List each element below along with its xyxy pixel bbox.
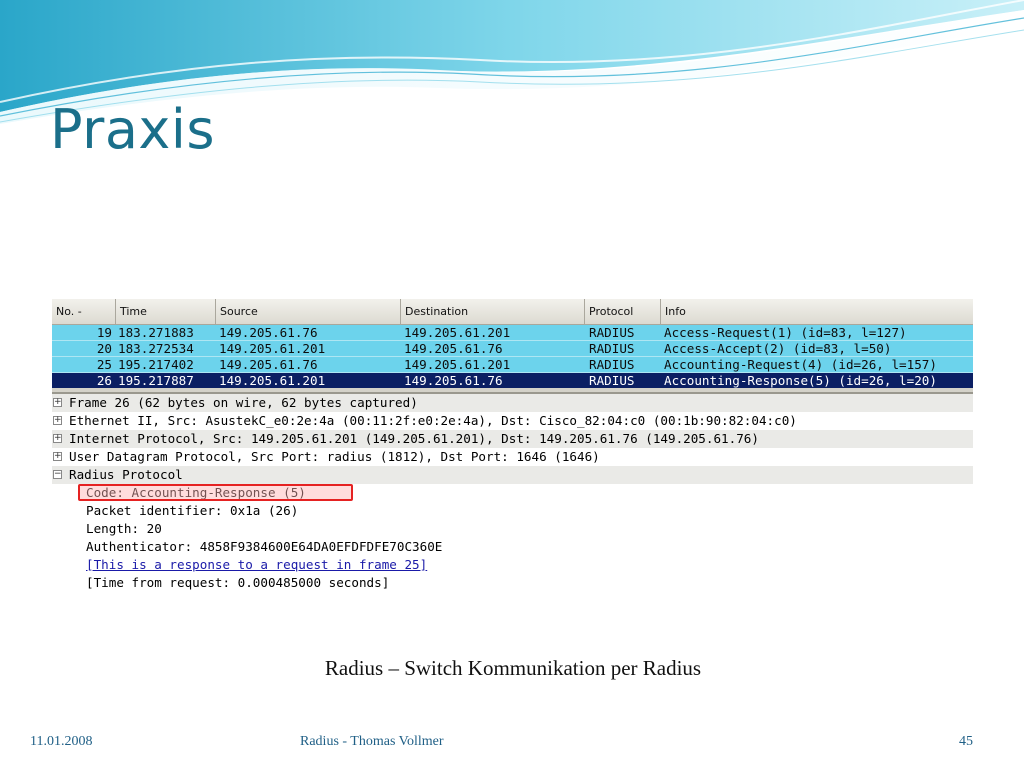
radius-request-frame-link[interactable]: [This is a response to a request in fram… [52,556,973,574]
tree-node-udp[interactable]: + User Datagram Protocol, Src Port: radi… [52,448,973,466]
packet-info: Access-Accept(2) (id=83, l=50) [664,341,892,356]
column-header-info[interactable]: Info [661,299,973,324]
column-header-source[interactable]: Source [216,299,401,324]
tree-node-frame[interactable]: + Frame 26 (62 bytes on wire, 62 bytes c… [52,394,973,412]
packet-row-selected[interactable]: 26 195.217887 149.205.61.201 149.205.61.… [52,373,973,389]
packet-info: Accounting-Response(5) (id=26, l=20) [664,373,937,388]
packet-destination: 149.205.61.201 [404,357,511,372]
radius-field-authenticator[interactable]: Authenticator: 4858F9384600E64DA0EFDFDFE… [52,538,973,556]
radius-field-length[interactable]: Length: 20 [52,520,973,538]
packet-time: 183.271883 [118,325,194,340]
expand-plus-icon[interactable]: + [53,398,62,407]
column-header-no[interactable]: No. - [52,299,116,324]
wireshark-window: No. - Time Source Destination Protocol I… [52,299,973,594]
packet-details-tree: + Frame 26 (62 bytes on wire, 62 bytes c… [52,394,973,594]
radius-field-time-from-request[interactable]: [Time from request: 0.000485000 seconds] [52,574,973,592]
radius-field-code[interactable]: Code: Accounting-Response (5) [52,484,973,502]
tree-node-label: Frame 26 (62 bytes on wire, 62 bytes cap… [69,395,418,410]
packet-destination: 149.205.61.76 [404,373,503,388]
packet-source: 149.205.61.76 [219,325,318,340]
tree-node-label: User Datagram Protocol, Src Port: radius… [69,449,600,464]
packet-source: 149.205.61.201 [219,341,326,356]
tree-node-ethernet[interactable]: + Ethernet II, Src: AsustekC_e0:2e:4a (0… [52,412,973,430]
footer-text: Radius - Thomas Vollmer [300,734,444,749]
packet-row[interactable]: 25 195.217402 149.205.61.76 149.205.61.2… [52,357,973,373]
tree-node-radius[interactable]: − Radius Protocol [52,466,973,484]
tree-node-label: Radius Protocol [69,467,183,482]
packet-no: 19 [96,325,112,340]
footer-date: 11.01.2008 [30,734,93,749]
packet-time: 195.217887 [118,373,194,388]
slide-caption: Radius – Switch Kommunikation per Radius [324,656,702,680]
expand-plus-icon[interactable]: + [53,434,62,443]
packet-row[interactable]: 19 183.271883 149.205.61.76 149.205.61.2… [52,325,973,341]
packet-list-header: No. - Time Source Destination Protocol I… [52,299,973,325]
packet-row[interactable]: 20 183.272534 149.205.61.201 149.205.61.… [52,341,973,357]
packet-info: Accounting-Request(4) (id=26, l=157) [664,357,937,372]
packet-source: 149.205.61.76 [219,357,318,372]
page-number: 45 [959,734,973,749]
packet-info: Access-Request(1) (id=83, l=127) [664,325,907,340]
tree-node-ip[interactable]: + Internet Protocol, Src: 149.205.61.201… [52,430,973,448]
expand-plus-icon[interactable]: + [53,416,62,425]
packet-list: 19 183.271883 149.205.61.76 149.205.61.2… [52,325,973,389]
packet-protocol: RADIUS [589,357,635,372]
radius-field-packet-identifier[interactable]: Packet identifier: 0x1a (26) [52,502,973,520]
packet-protocol: RADIUS [589,325,635,340]
tree-node-label: Internet Protocol, Src: 149.205.61.201 (… [69,431,759,446]
column-header-protocol[interactable]: Protocol [585,299,661,324]
slide-title: Praxis [50,98,215,161]
packet-no: 20 [96,341,112,356]
packet-time: 195.217402 [118,357,194,372]
column-header-destination[interactable]: Destination [401,299,585,324]
packet-destination: 149.205.61.201 [404,325,511,340]
column-header-time[interactable]: Time [116,299,216,324]
packet-source: 149.205.61.201 [219,373,326,388]
packet-destination: 149.205.61.76 [404,341,503,356]
tree-node-label: Ethernet II, Src: AsustekC_e0:2e:4a (00:… [69,413,797,428]
expand-plus-icon[interactable]: + [53,452,62,461]
packet-no: 25 [96,357,112,372]
packet-protocol: RADIUS [589,373,635,388]
packet-no: 26 [96,373,112,388]
packet-protocol: RADIUS [589,341,635,356]
collapse-minus-icon[interactable]: − [53,470,62,479]
packet-time: 183.272534 [118,341,194,356]
